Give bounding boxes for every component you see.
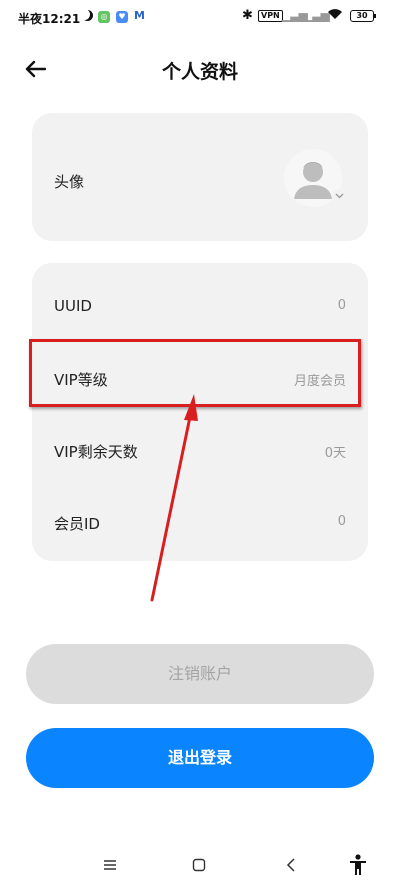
app-notification-icon: ♥ xyxy=(116,11,128,23)
signal-icon: ▁▃▅ xyxy=(282,8,308,22)
cancel-account-button[interactable]: 注销账户 xyxy=(26,644,374,704)
chevron-down-icon xyxy=(332,189,346,203)
row-value: 0 xyxy=(337,514,346,529)
info-row-vip-days[interactable]: VIP剩余天数 0天 xyxy=(32,415,368,487)
home-square-icon[interactable] xyxy=(187,853,211,877)
menu-icon[interactable] xyxy=(98,853,122,877)
mail-icon: M xyxy=(134,9,145,22)
battery-icon: 30 xyxy=(350,10,376,22)
avatar-label: 头像 xyxy=(54,173,85,191)
wifi-icon xyxy=(327,8,343,23)
system-nav-bar xyxy=(0,845,400,889)
annotation-highlight-box xyxy=(29,339,361,407)
accessibility-icon[interactable] xyxy=(346,853,370,877)
avatar-row[interactable]: 头像 xyxy=(32,113,368,241)
row-label: VIP剩余天数 xyxy=(54,443,138,461)
avatar[interactable] xyxy=(284,149,346,207)
moon-icon xyxy=(82,10,93,21)
info-row-member-id[interactable]: 会员ID 0 xyxy=(32,487,368,559)
signal-icon: ▁▃▅ xyxy=(304,8,330,22)
vpn-badge: VPN xyxy=(258,10,283,22)
page-title: 个人资料 xyxy=(161,61,238,83)
info-row-uuid[interactable]: UUID 0 xyxy=(32,271,368,343)
status-time: 半夜12:21 xyxy=(18,12,81,26)
header: 个人资料 xyxy=(0,40,400,96)
app-notification-icon: ◎ xyxy=(98,11,110,23)
logout-button[interactable]: 退出登录 xyxy=(26,728,374,788)
status-bar: 半夜12:21 ◎ ♥ M ✱ VPN ▁▃▅ ▁▃▅ 30 xyxy=(0,0,400,36)
info-card: UUID 0 VIP等级 月度会员 VIP剩余天数 0天 会员ID 0 xyxy=(32,263,368,561)
row-value: 0天 xyxy=(324,446,346,461)
row-label: 会员ID xyxy=(54,515,100,533)
back-chevron-icon[interactable] xyxy=(279,853,303,877)
row-label: UUID xyxy=(54,297,92,315)
row-value: 0 xyxy=(337,298,346,313)
bluetooth-icon: ✱ xyxy=(242,8,253,23)
